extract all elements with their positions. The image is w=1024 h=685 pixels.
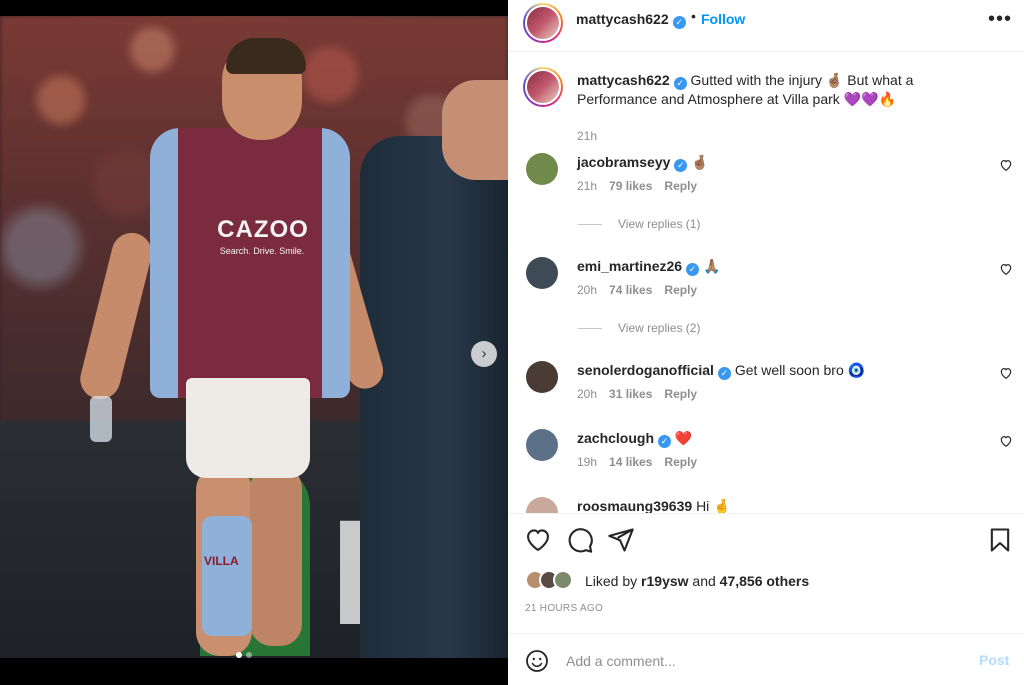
post-timestamp: 21 HOURS AGO (525, 603, 604, 614)
liked-by-avatars[interactable] (525, 570, 579, 592)
author-username[interactable]: mattycash622 (576, 11, 669, 27)
comment-time: 19h (577, 455, 598, 469)
more-options-icon[interactable]: ••• (988, 8, 1012, 31)
replies-line (578, 223, 602, 225)
reply-button[interactable]: Reply (664, 283, 697, 297)
post-image: D VILLA CAZOO Search. Drive. Smile. › (0, 16, 508, 658)
comment-likes[interactable]: 14 likes (609, 455, 652, 469)
comment-likes[interactable]: 31 likes (609, 387, 652, 401)
comments-list[interactable]: mattycash622 ✓ Gutted with the injury 🤞🏽 … (508, 53, 1024, 513)
commenter-avatar[interactable] (526, 429, 558, 461)
water-bottle (90, 396, 112, 442)
commenter-avatar[interactable] (526, 257, 558, 289)
view-replies-label: View replies (1) (618, 217, 701, 231)
like-heart-icon[interactable] (524, 526, 552, 554)
verified-badge-icon: ✓ (674, 159, 688, 172)
comment-text: ❤️ (674, 430, 693, 446)
comment-username[interactable]: zachclough (577, 430, 654, 446)
comment-text: Hi 🤞 (696, 498, 731, 513)
liked-by-others[interactable]: 47,856 others (720, 573, 810, 589)
comment-like-heart-icon[interactable] (999, 262, 1013, 276)
caption-username[interactable]: mattycash622 (577, 72, 670, 88)
post-header: mattycash622 ✓ • Follow ••• (508, 0, 1024, 52)
jersey-tagline: Search. Drive. Smile. (219, 246, 305, 256)
follow-button[interactable]: Follow (701, 11, 745, 27)
add-comment-bar: Post (508, 633, 1024, 685)
verified-badge-icon: ✓ (717, 367, 731, 380)
player-sock (202, 516, 252, 636)
carousel-next-button[interactable]: › (471, 341, 497, 367)
comment-item: emi_martinez26 ✓ 🙏🏽 20h 74 likes Reply (523, 257, 1013, 317)
comment-time: 20h (577, 283, 598, 297)
comment-item: roosmaung39639 Hi 🤞 (523, 497, 1013, 513)
comment-like-heart-icon[interactable] (999, 434, 1013, 448)
emoji-icon[interactable] (525, 649, 549, 673)
commenter-avatar[interactable] (526, 497, 558, 513)
liked-by-user[interactable]: r19ysw (641, 573, 688, 589)
view-replies-label: View replies (2) (618, 321, 701, 335)
post-actions: Liked by r19ysw and 47,856 others 21 HOU… (508, 513, 1024, 633)
comment-item: zachclough ✓ ❤️ 19h 14 likes Reply (523, 429, 1013, 489)
player-shorts (186, 378, 310, 478)
caption-timestamp: 21h (577, 129, 598, 143)
comment-username[interactable]: jacobramseyy (577, 154, 670, 170)
liked-by-prefix: Liked by (585, 573, 638, 589)
player-leg-right (250, 466, 302, 646)
post-modal: D VILLA CAZOO Search. Drive. Smile. › ma… (0, 0, 1024, 685)
comment-likes[interactable]: 74 likes (609, 283, 652, 297)
post-sidebar: mattycash622 ✓ • Follow ••• mattycash622 ✓… (508, 0, 1024, 685)
comment-username[interactable]: emi_martinez26 (577, 258, 682, 274)
comment-input[interactable] (566, 647, 966, 675)
verified-badge-icon: ✓ (686, 263, 700, 276)
comment-time: 20h (577, 387, 598, 401)
comment-time: 21h (577, 179, 598, 193)
player-hair (226, 38, 306, 74)
liker-avatar (553, 570, 573, 590)
comment-text: 🤞🏽 (691, 154, 709, 170)
verified-badge-icon: ✓ (658, 435, 672, 448)
liked-by-and: and (692, 573, 716, 589)
sock-text: VILLA (204, 554, 239, 568)
comment-bubble-icon[interactable] (566, 526, 594, 554)
comment-text: Get well soon bro 🧿 (734, 362, 866, 378)
save-bookmark-icon[interactable] (986, 526, 1014, 554)
comment-username[interactable]: roosmaung39639 (577, 498, 692, 513)
coach-head (442, 80, 508, 180)
reply-button[interactable]: Reply (664, 179, 697, 193)
carousel-dots (236, 652, 252, 658)
comment-likes[interactable]: 79 likes (609, 179, 652, 193)
reply-button[interactable]: Reply (664, 387, 697, 401)
coach-figure (360, 136, 508, 658)
view-replies-button[interactable]: View replies (2) (578, 321, 700, 335)
reply-button[interactable]: Reply (664, 455, 697, 469)
player-jersey (150, 128, 350, 398)
header-separator: • (691, 8, 696, 24)
jersey-sponsor: CAZOO (217, 216, 309, 243)
comment-item: senolerdoganofficial ✓ Get well soon bro … (523, 361, 1013, 421)
commenter-avatar[interactable] (526, 153, 558, 185)
carousel-dot-active (236, 652, 242, 658)
caption-avatar[interactable] (523, 67, 563, 107)
comment-like-heart-icon[interactable] (999, 366, 1013, 380)
liked-by-row: Liked by r19ysw and 47,856 others (525, 570, 809, 592)
comment-text: 🙏🏽 (702, 258, 721, 274)
commenter-avatar[interactable] (526, 361, 558, 393)
post-comment-button[interactable]: Post (979, 652, 1009, 668)
share-send-icon[interactable] (607, 526, 635, 554)
view-replies-button[interactable]: View replies (1) (578, 217, 700, 231)
author-avatar[interactable] (523, 3, 563, 43)
comment-like-heart-icon[interactable] (999, 158, 1013, 172)
carousel-dot (246, 652, 252, 658)
comment-username[interactable]: senolerdoganofficial (577, 362, 714, 378)
verified-badge-icon: ✓ (673, 77, 687, 90)
comment-item: jacobramseyy ✓ 🤞🏽 21h 79 likes Reply (523, 153, 1013, 213)
verified-badge-icon: ✓ (672, 16, 686, 29)
replies-line (578, 327, 602, 329)
